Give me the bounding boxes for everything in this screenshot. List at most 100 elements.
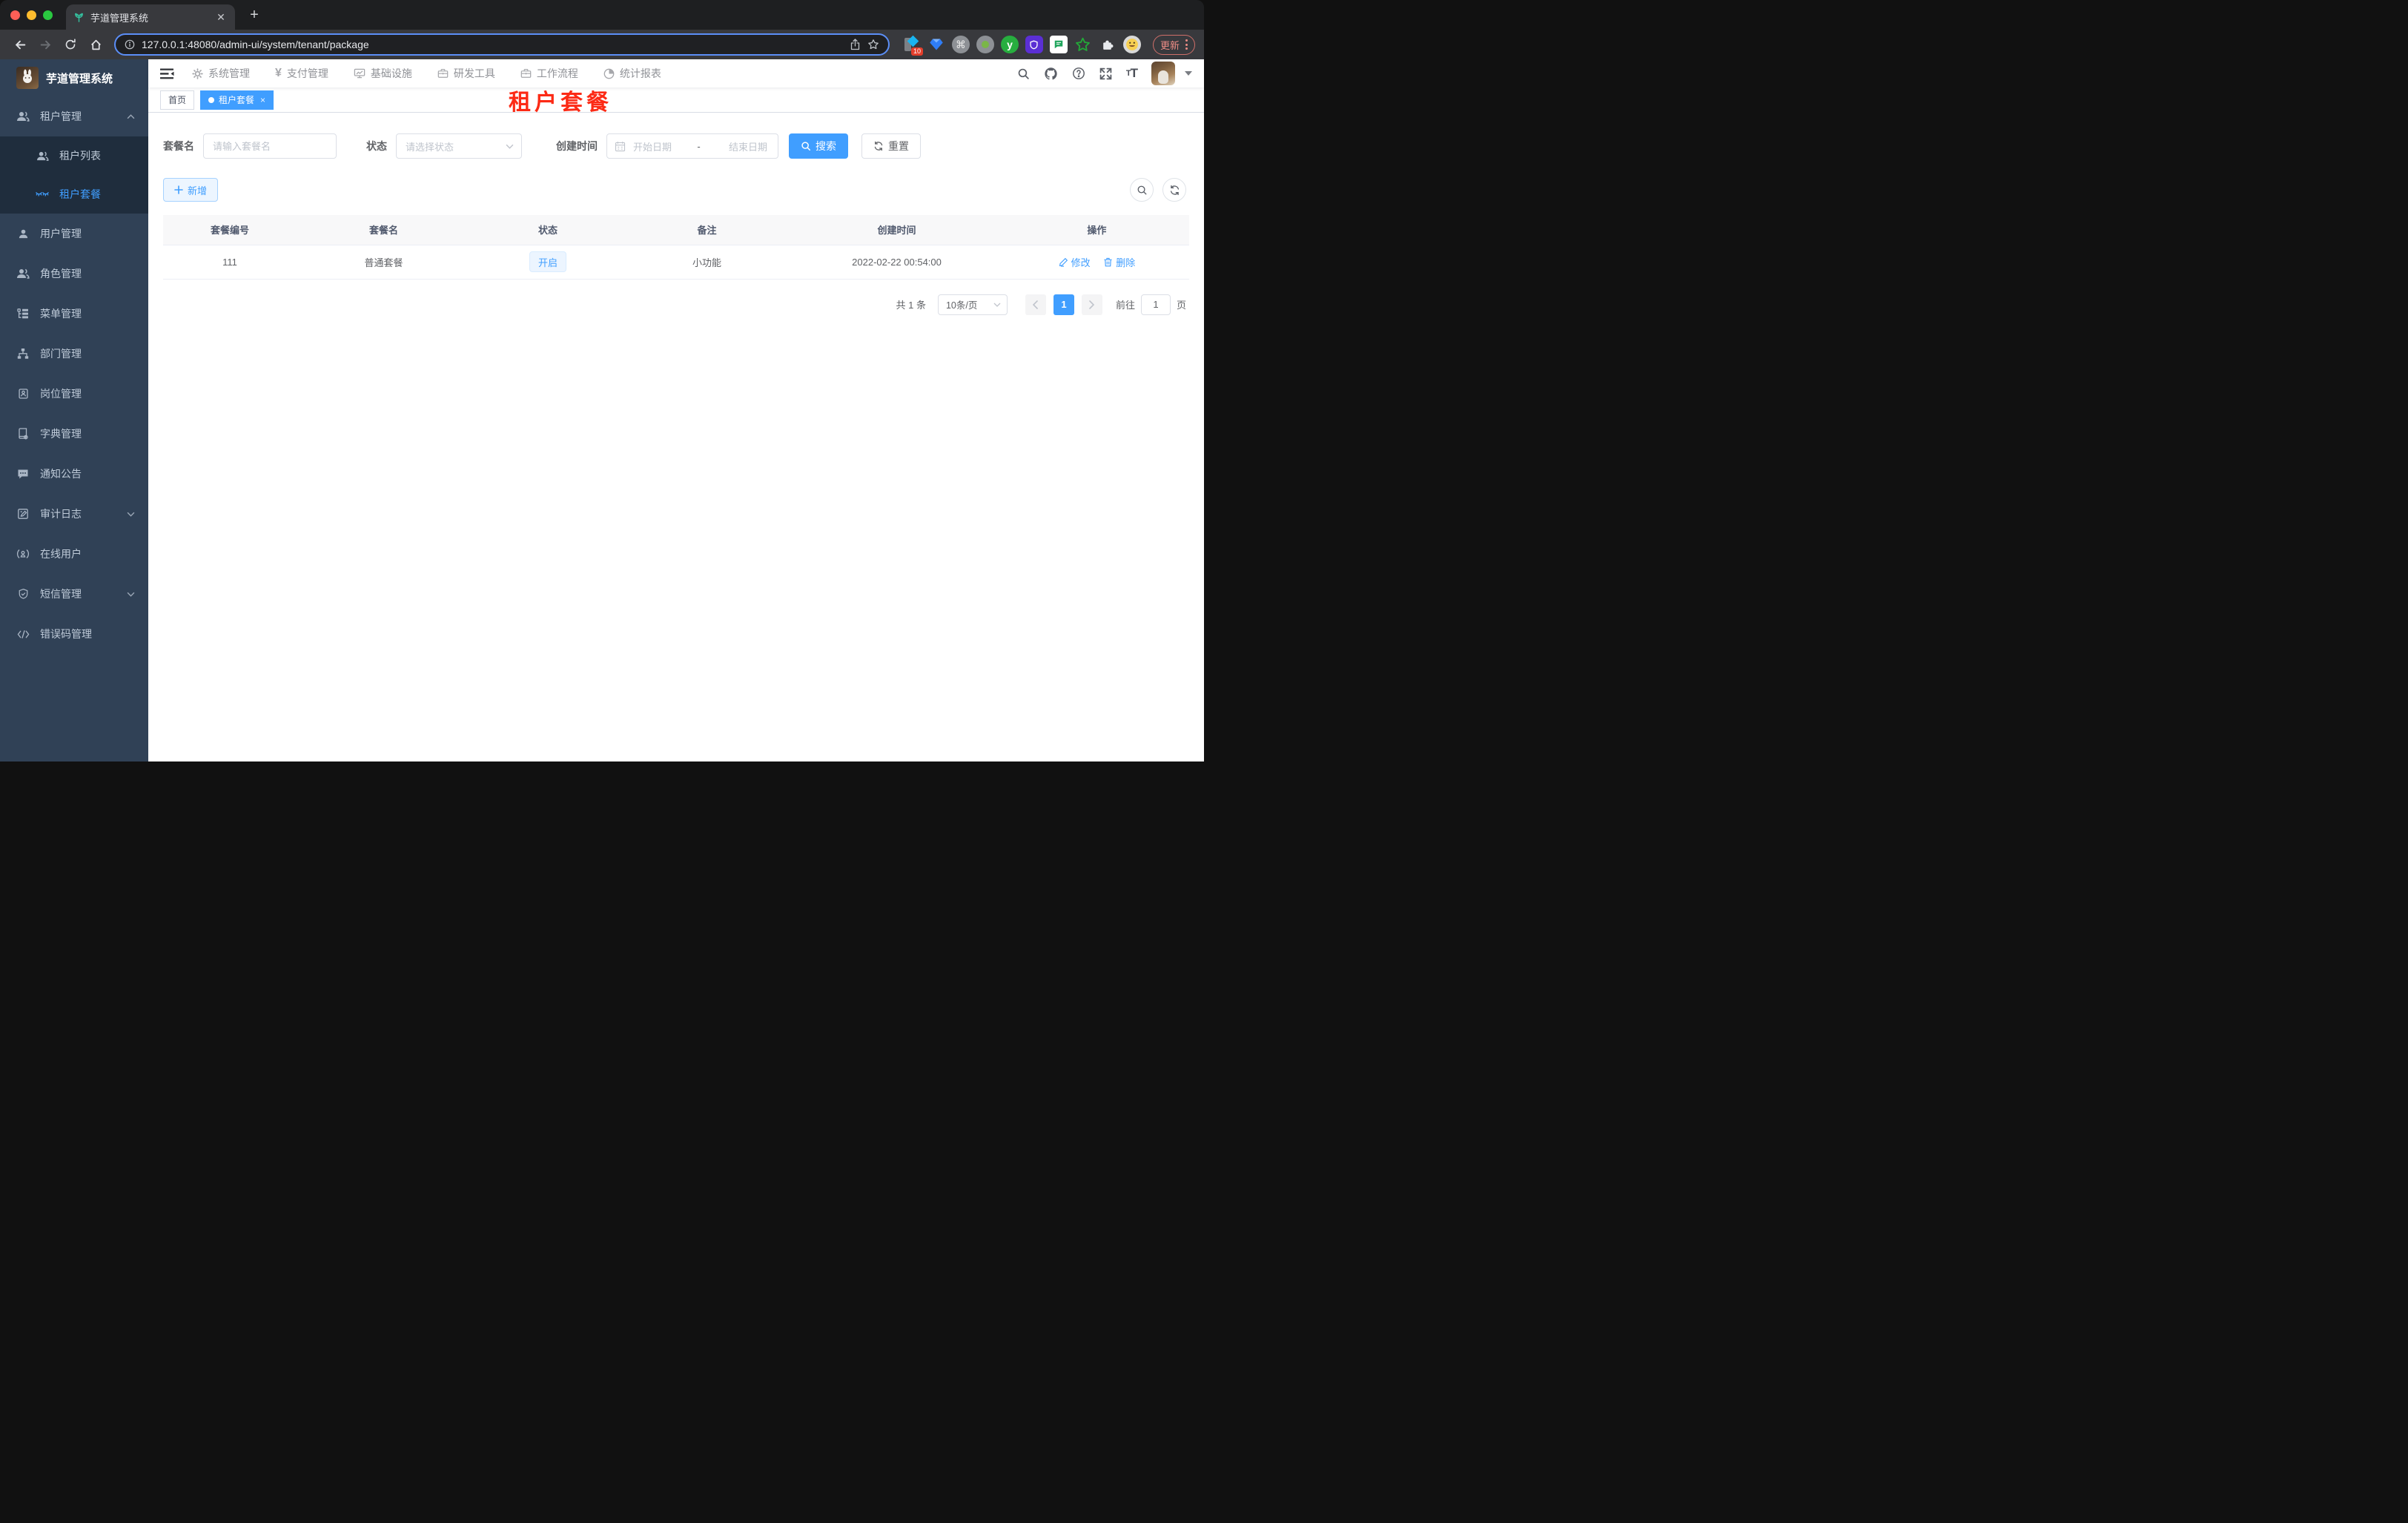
name-filter-label: 套餐名: [163, 140, 194, 152]
browser-menu-icon[interactable]: [1185, 39, 1188, 50]
status-filter-select[interactable]: 请选择状态: [396, 133, 522, 159]
extension-y-icon[interactable]: y: [1000, 36, 1019, 53]
sidebar-item-dict-management[interactable]: 字典管理: [0, 414, 148, 454]
briefcase-icon: [520, 68, 532, 79]
add-button[interactable]: 新增: [163, 178, 219, 202]
nav-item-payment[interactable]: ¥ 支付管理: [275, 66, 328, 81]
fullscreen-icon[interactable]: [1099, 67, 1112, 80]
goto-page-input[interactable]: [1140, 294, 1171, 315]
table-header-row: 套餐编号 套餐名 状态 备注 创建时间 操作: [163, 215, 1189, 245]
col-package-name: 套餐名: [296, 215, 472, 245]
extension-star-icon[interactable]: [1074, 36, 1092, 53]
cell-remark: 小功能: [624, 245, 790, 280]
tab-close-icon[interactable]: ✕: [214, 11, 228, 24]
cell-package-name: 普通套餐: [296, 245, 472, 280]
nav-item-workflow[interactable]: 工作流程: [520, 66, 578, 81]
nav-item-devtools[interactable]: 研发工具: [437, 66, 495, 81]
sidebar-collapse-icon[interactable]: [160, 68, 174, 79]
prev-page-button[interactable]: [1025, 294, 1046, 315]
next-page-button[interactable]: [1081, 294, 1102, 315]
tags-bar: 首页 租户套餐 × 租户套餐: [148, 87, 1204, 114]
date-range-picker[interactable]: 开始日期 - 结束日期: [606, 133, 778, 159]
home-button[interactable]: [85, 33, 107, 56]
close-window-button[interactable]: [10, 10, 20, 20]
pie-icon: [603, 68, 615, 79]
sidebar-item-user-management[interactable]: 用户管理: [0, 214, 148, 254]
bookmark-star-icon[interactable]: [867, 39, 879, 50]
chevron-down-icon: [127, 592, 135, 597]
refresh-button[interactable]: [1162, 178, 1186, 202]
col-created: 创建时间: [789, 215, 1005, 245]
toggle-search-button[interactable]: [1130, 178, 1154, 202]
back-button[interactable]: [9, 33, 31, 56]
avatar-dropdown-icon[interactable]: [1185, 71, 1192, 76]
reload-button[interactable]: [59, 33, 82, 56]
minimize-window-button[interactable]: [27, 10, 36, 20]
goto-label: 前往: [1115, 300, 1135, 311]
nav-item-reports[interactable]: 统计报表: [603, 66, 661, 81]
extension-recorder-icon[interactable]: [976, 36, 994, 53]
url-bar[interactable]: 127.0.0.1:48080/admin-ui/system/tenant/p…: [114, 33, 890, 56]
sidebar-item-sms-management[interactable]: 短信管理: [0, 574, 148, 614]
users-icon: [36, 151, 49, 162]
tag-close-icon[interactable]: ×: [260, 95, 265, 105]
extension-shield-icon[interactable]: [1025, 36, 1043, 53]
col-remark: 备注: [624, 215, 790, 245]
extension-axure-icon[interactable]: 10: [903, 35, 923, 56]
cell-created: 2022-02-22 00:54:00: [789, 245, 1005, 280]
new-tab-button[interactable]: +: [244, 4, 265, 25]
extension-emoji-icon[interactable]: [1122, 36, 1141, 53]
sidebar-item-tenant-management[interactable]: 租户管理: [0, 96, 148, 136]
nav-item-infra[interactable]: 基础设施: [354, 66, 412, 81]
extension-gem-icon[interactable]: [927, 36, 945, 53]
top-nav: 系统管理 ¥ 支付管理 基础设施 研发工具 工作流程 统计报表: [192, 66, 661, 81]
sidebar-submenu-tenant: 租户列表 租户套餐: [0, 136, 148, 214]
browser-tab[interactable]: 芋道管理系统 ✕: [66, 4, 235, 30]
sidebar-item-role-management[interactable]: 角色管理: [0, 254, 148, 294]
extension-command-icon[interactable]: ⌘: [951, 36, 970, 53]
badge-icon: [16, 388, 30, 400]
url-text[interactable]: 127.0.0.1:48080/admin-ui/system/tenant/p…: [142, 39, 843, 50]
shield-check-icon: [16, 588, 30, 600]
extension-chat-icon[interactable]: [1049, 36, 1068, 53]
sidebar-item-online-users[interactable]: 在线用户: [0, 534, 148, 574]
search-icon[interactable]: [1017, 67, 1030, 80]
page-number-active[interactable]: 1: [1053, 294, 1074, 315]
sidebar-item-post-management[interactable]: 岗位管理: [0, 374, 148, 414]
monitor-icon: [354, 68, 366, 79]
forward-button[interactable]: [34, 33, 56, 56]
reset-button[interactable]: 重置: [861, 133, 921, 159]
font-size-icon[interactable]: TT: [1126, 66, 1138, 81]
zoom-window-button[interactable]: [43, 10, 53, 20]
name-filter-input[interactable]: [203, 133, 337, 159]
sidebar-item-error-code[interactable]: 错误码管理: [0, 614, 148, 654]
nav-item-system[interactable]: 系统管理: [192, 66, 250, 81]
browser-update-button[interactable]: 更新: [1152, 34, 1195, 55]
extension-puzzle-icon[interactable]: [1099, 36, 1117, 53]
book-gear-icon: [16, 428, 30, 440]
help-icon[interactable]: [1072, 67, 1085, 80]
page-content: 套餐名 状态 请选择状态 创建时间 开始日期: [148, 113, 1204, 762]
sidebar-item-tenant-package[interactable]: 租户套餐: [0, 175, 148, 214]
active-tag-dot: [208, 96, 215, 103]
col-package-id: 套餐编号: [163, 215, 297, 245]
date-start-placeholder[interactable]: 开始日期: [630, 139, 692, 153]
delete-link[interactable]: 删除: [1103, 255, 1135, 269]
sidebar-item-audit-log[interactable]: 审计日志: [0, 494, 148, 534]
search-button[interactable]: 搜索: [789, 133, 848, 159]
share-icon[interactable]: [850, 39, 861, 50]
date-end-placeholder[interactable]: 结束日期: [705, 139, 770, 153]
tag-home[interactable]: 首页: [160, 90, 195, 110]
github-icon[interactable]: [1044, 67, 1058, 81]
org-chart-icon: [16, 348, 30, 360]
edit-link[interactable]: 修改: [1059, 255, 1091, 269]
favicon-seedling-icon: [73, 12, 85, 23]
user-avatar[interactable]: [1151, 62, 1175, 85]
sidebar-item-menu-management[interactable]: 菜单管理: [0, 294, 148, 334]
site-info-icon[interactable]: [125, 39, 135, 50]
tag-tenant-package[interactable]: 租户套餐 ×: [200, 90, 274, 110]
sidebar-item-tenant-list[interactable]: 租户列表: [0, 136, 148, 175]
sidebar-item-department-management[interactable]: 部门管理: [0, 334, 148, 374]
sidebar-item-notice[interactable]: 通知公告: [0, 454, 148, 494]
page-size-select[interactable]: 10条/页: [937, 294, 1008, 315]
